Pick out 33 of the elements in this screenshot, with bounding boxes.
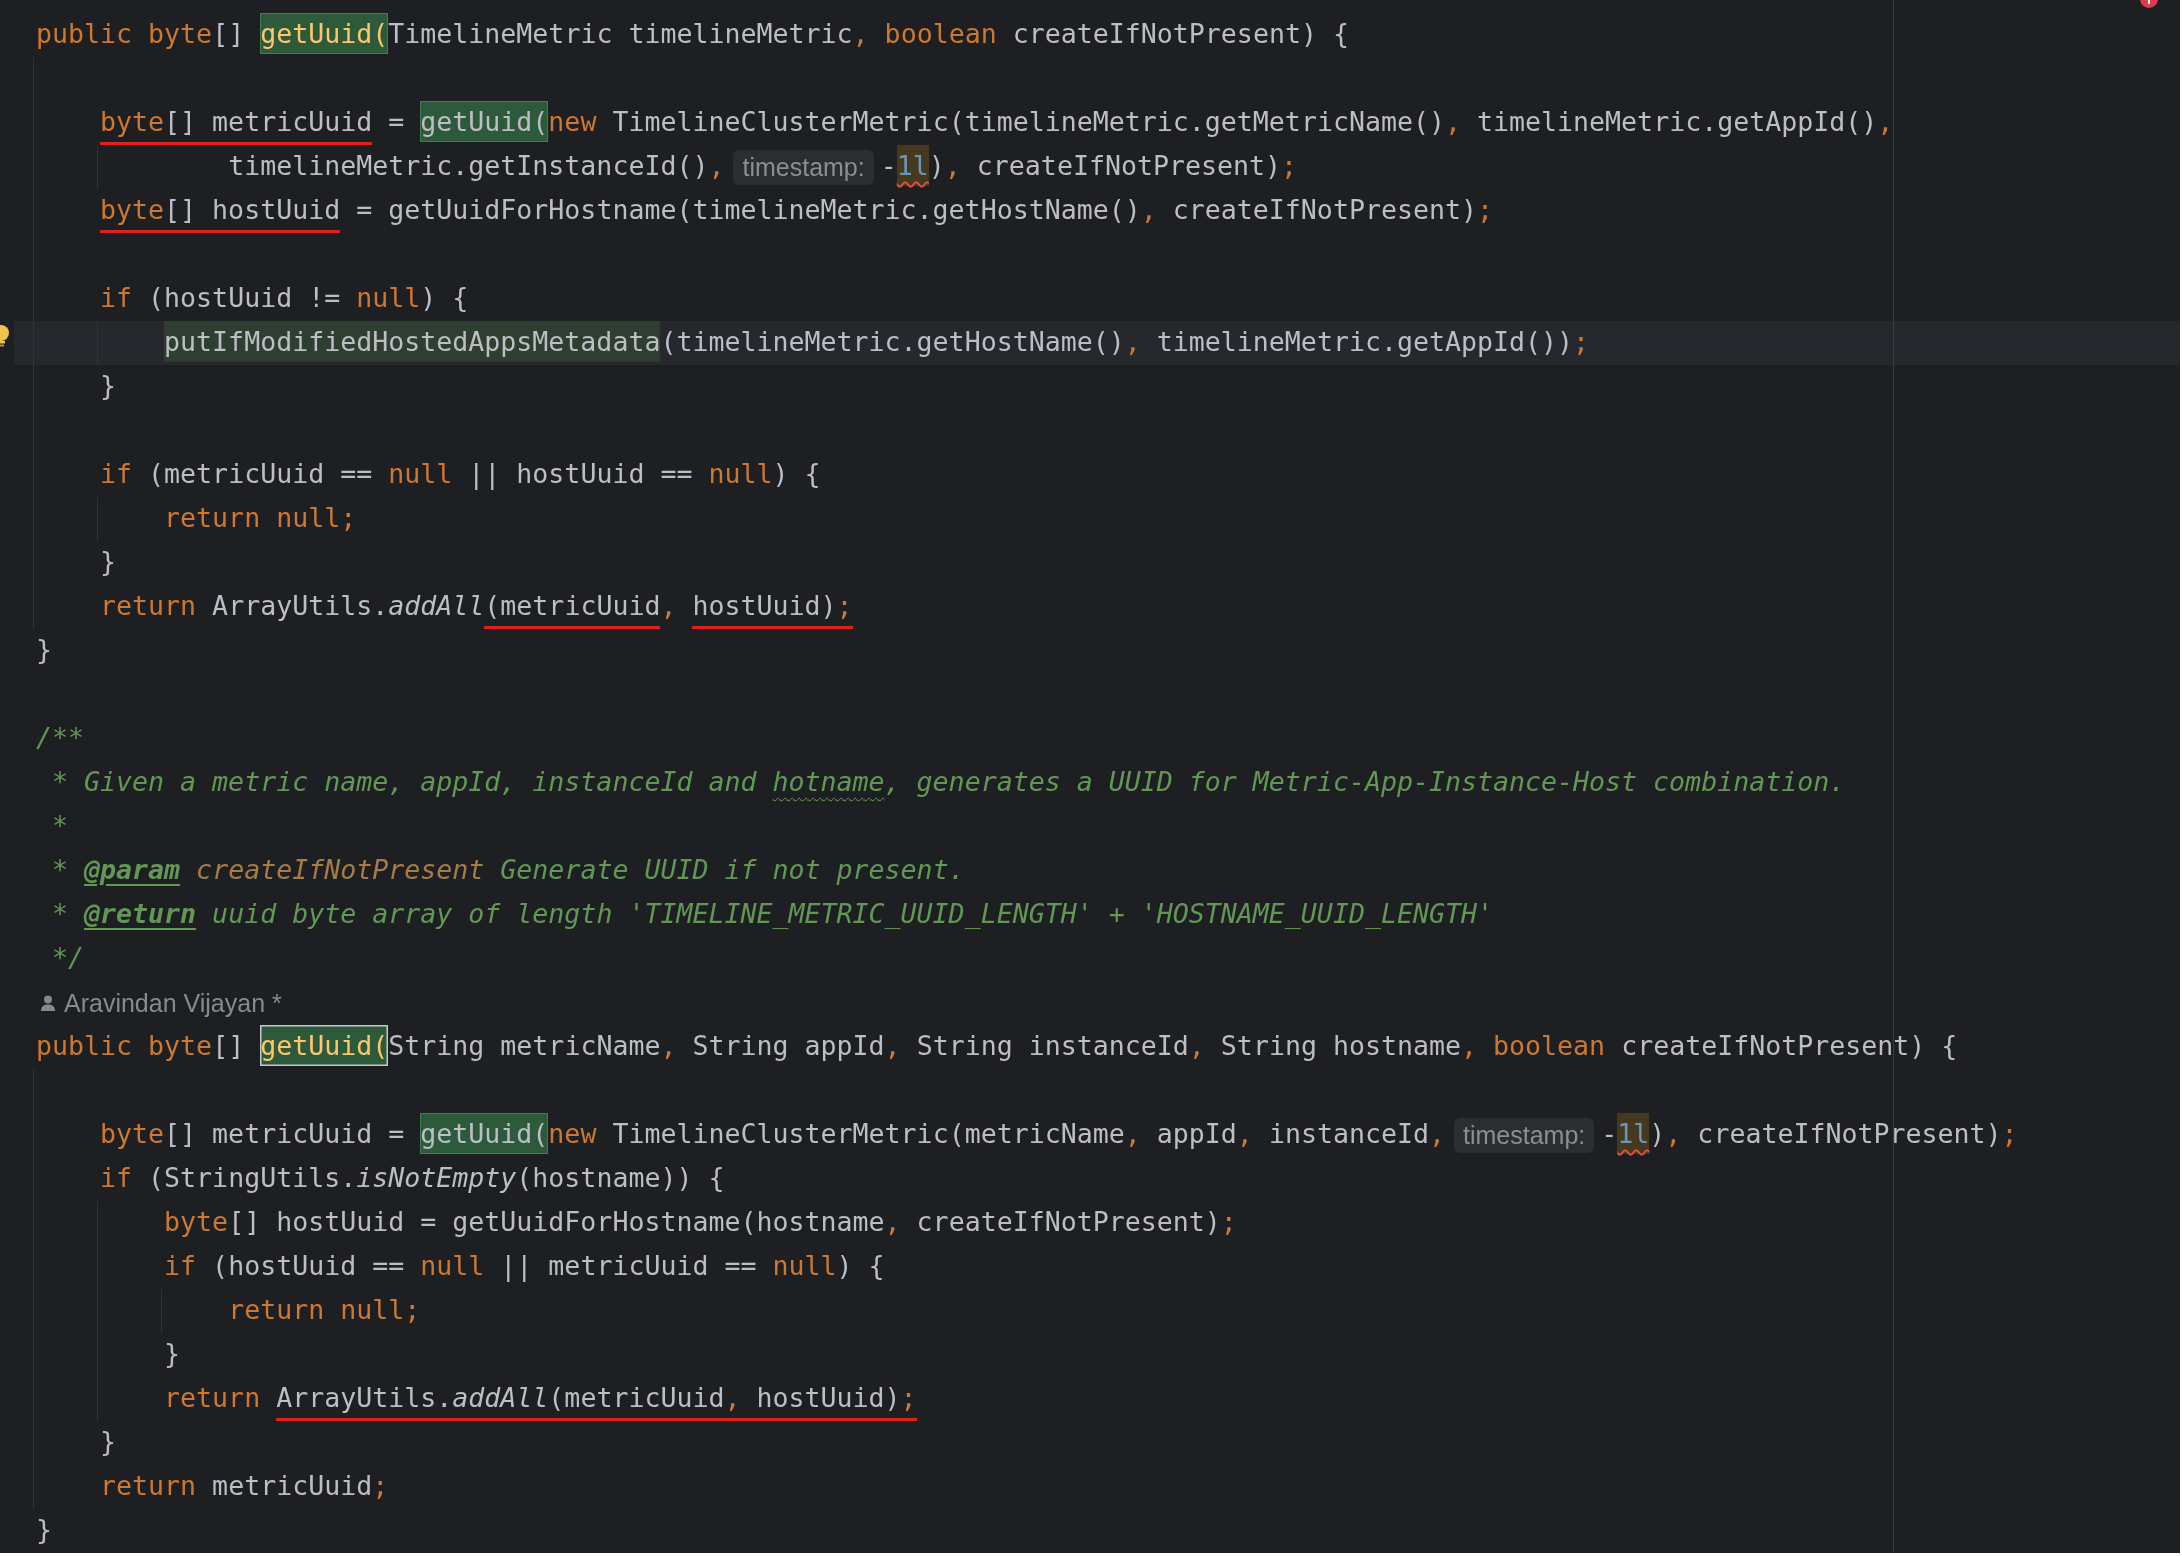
code-line: if (metricUuid == null || hostUuid == null) { [100,457,821,492]
doc-comment-line: * @param createIfNotPresent Generate UUID if not present. [52,853,965,887]
code-line: byte[] hostUuid = getUuidForHostname(hostname, createIfNotPresent); [164,1205,1237,1239]
code-line: if (hostUuid != null) { [100,281,469,315]
doc-comment-line: /** [36,721,85,755]
lightbulb-icon[interactable] [0,324,9,348]
code-line: } [36,633,52,667]
code-line: } [100,1425,117,1459]
doc-comment-line: * @return uuid byte array of length 'TIMELINE_METRIC_UUID_LENGTH' + 'HOSTNAME_UUID_LENGTH' [52,897,1493,931]
code-line: putIfModifiedHostedAppsMetadata(timelineMetric.getHostName(), timelineMetric.getAppId()); [164,321,1590,365]
code-line: return metricUuid; [100,1469,389,1503]
code-text: -1l), createIfNotPresent); [1601,1113,2018,1157]
author-name: Aravindan Vijayan * [64,988,282,1018]
parameter-hint: timestamp: [733,149,874,185]
error-icon[interactable] [2140,0,2158,8]
code-line: if (hostUuid == null || metricUuid == null) { [164,1249,885,1284]
code-line: public byte[] getUuid(TimelineMetric timelineMetric, boolean createIfNotPresent) { [36,13,1349,57]
code-line: } [100,369,117,403]
doc-comment-line: */ [52,941,85,975]
code-line: public byte[] getUuid(String metricName, String appId, String instanceId, String hostname, boolean createIfNotPresent) { [36,1025,1958,1069]
code-line: } [36,1513,52,1547]
code-line: } [100,545,117,579]
code-line: if (StringUtils.isNotEmpty(hostname)) { [100,1161,725,1195]
code-line: return null; [228,1293,421,1327]
code-line: return null; [164,501,357,535]
code-text: byte[] metricUuid = getUuid(new TimelineClusterMetric(metricName, appId, instanceId, [100,1113,1445,1157]
code-text: timelineMetric.getInstanceId(), [228,149,725,183]
doc-comment-line: * Given a metric name, appId, instanceId and hotname, generates a UUID for Metric-App-Instance-Host combination. [52,765,1846,799]
doc-comment-line: * [52,809,68,843]
code-text: -1l), createIfNotPresent); [880,145,1298,189]
person-icon [41,995,55,1011]
parameter-hint: timestamp: [1454,1117,1595,1153]
code-line: } [164,1337,181,1371]
